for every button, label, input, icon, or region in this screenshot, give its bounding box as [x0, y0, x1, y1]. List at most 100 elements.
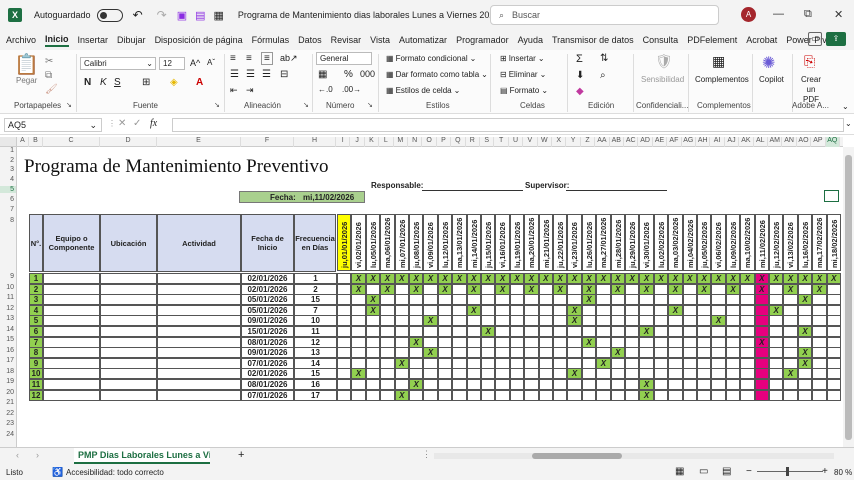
column-header[interactable]: AF: [667, 137, 682, 147]
menu-item-revisar[interactable]: Revisar: [331, 35, 362, 45]
schedule-cell[interactable]: [423, 357, 438, 369]
schedule-cell[interactable]: [797, 379, 813, 390]
schedule-cell[interactable]: [437, 326, 453, 337]
schedule-cell[interactable]: [725, 304, 741, 316]
schedule-cell[interactable]: [394, 368, 409, 380]
schedule-cell[interactable]: [725, 389, 741, 401]
column-header[interactable]: AK: [739, 137, 754, 147]
schedule-cell[interactable]: [466, 379, 481, 390]
schedule-mark[interactable]: X: [437, 283, 453, 295]
search-input[interactable]: ⌕ Buscar: [490, 5, 719, 25]
schedule-cell[interactable]: [409, 315, 424, 327]
column-header[interactable]: B: [29, 137, 43, 147]
cell-empty[interactable]: [43, 273, 100, 284]
schedule-cell[interactable]: [625, 389, 640, 401]
cell-empty[interactable]: [43, 283, 100, 295]
schedule-mark[interactable]: X: [509, 273, 525, 284]
schedule-cell[interactable]: [553, 315, 568, 327]
schedule-cell[interactable]: [524, 357, 539, 369]
schedule-cell[interactable]: [524, 315, 539, 327]
schedule-cell[interactable]: [538, 304, 553, 316]
row-header[interactable]: 9: [0, 273, 16, 280]
align-middle-icon[interactable]: ≡: [246, 53, 252, 64]
schedule-cell[interactable]: [682, 357, 697, 369]
format-painter-icon[interactable]: 🖌: [45, 84, 58, 95]
schedule-cell[interactable]: [553, 357, 568, 369]
schedule-cell[interactable]: [596, 283, 611, 295]
schedule-cell[interactable]: [380, 368, 395, 380]
schedule-mark[interactable]: X: [351, 283, 366, 295]
schedule-cell[interactable]: [423, 283, 438, 295]
schedule-cell[interactable]: [653, 368, 669, 380]
menu-item-dibujar[interactable]: Dibujar: [117, 35, 146, 45]
schedule-cell[interactable]: [769, 379, 784, 390]
row-header[interactable]: 10: [0, 284, 16, 291]
schedule-cell[interactable]: [481, 336, 496, 348]
delete-cells-button[interactable]: ⊟ Eliminar ⌄: [500, 70, 546, 79]
schedule-cell[interactable]: [538, 368, 553, 380]
zoom-level[interactable]: 80 %: [834, 468, 852, 477]
cell-n[interactable]: 6: [29, 326, 43, 337]
schedule-mark[interactable]: X: [409, 283, 424, 295]
schedule-cell[interactable]: [682, 336, 697, 348]
menu-item-programador[interactable]: Programador: [456, 35, 509, 45]
row-header[interactable]: 1: [0, 147, 16, 154]
schedule-cell[interactable]: [610, 379, 625, 390]
schedule-cell[interactable]: [826, 368, 841, 380]
schedule-mark[interactable]: X: [553, 283, 568, 295]
cell-inicio[interactable]: 02/01/2026: [241, 283, 294, 295]
schedule-cell[interactable]: [452, 379, 467, 390]
schedule-cell[interactable]: [740, 347, 755, 359]
schedule-mark[interactable]: X: [711, 315, 726, 327]
schedule-cell[interactable]: [495, 389, 510, 401]
schedule-cell[interactable]: [337, 357, 352, 369]
row-header[interactable]: 5: [0, 186, 16, 193]
schedule-mark[interactable]: X: [596, 357, 611, 369]
menu-item-ayuda[interactable]: Ayuda: [518, 35, 543, 45]
schedule-mark[interactable]: X: [639, 273, 654, 284]
column-header[interactable]: AB: [610, 137, 624, 147]
currency-icon[interactable]: ▦: [318, 69, 327, 80]
column-header[interactable]: AE: [653, 137, 668, 147]
schedule-mark[interactable]: X: [639, 379, 654, 390]
schedule-mark[interactable]: X: [394, 273, 409, 284]
number-format-select[interactable]: General: [316, 52, 372, 65]
schedule-mark[interactable]: X: [365, 273, 381, 284]
schedule-cell[interactable]: [754, 379, 769, 390]
row-header[interactable]: 4: [0, 176, 16, 183]
schedule-cell[interactable]: [423, 304, 438, 316]
cell-freq[interactable]: 2: [294, 283, 337, 295]
column-header[interactable]: AM: [768, 137, 783, 147]
schedule-cell[interactable]: [351, 379, 366, 390]
schedule-cell[interactable]: [740, 336, 755, 348]
schedule-cell[interactable]: [668, 357, 683, 369]
zoom-out-icon[interactable]: −: [746, 466, 752, 477]
schedule-cell[interactable]: [682, 304, 697, 316]
schedule-cell[interactable]: [524, 347, 539, 359]
cell-empty[interactable]: [100, 294, 157, 306]
cell-empty[interactable]: [157, 357, 241, 369]
schedule-cell[interactable]: [668, 389, 683, 401]
schedule-cell[interactable]: [351, 326, 366, 337]
minimize-icon[interactable]: —: [773, 8, 784, 20]
schedule-cell[interactable]: [740, 357, 755, 369]
schedule-cell[interactable]: [538, 347, 553, 359]
menu-item-automatizar[interactable]: Automatizar: [399, 35, 447, 45]
schedule-cell[interactable]: [380, 315, 395, 327]
schedule-cell[interactable]: [610, 368, 625, 380]
schedule-cell[interactable]: [394, 283, 409, 295]
schedule-cell[interactable]: [337, 304, 352, 316]
schedule-mark[interactable]: X: [639, 326, 654, 337]
schedule-cell[interactable]: [553, 336, 568, 348]
cell-empty[interactable]: [157, 326, 241, 337]
schedule-mark[interactable]: X: [610, 347, 625, 359]
row-header[interactable]: 17: [0, 357, 16, 364]
schedule-cell[interactable]: [596, 294, 611, 306]
column-header[interactable]: W: [538, 137, 552, 147]
schedule-cell[interactable]: [452, 357, 467, 369]
schedule-cell[interactable]: [495, 357, 510, 369]
schedule-cell[interactable]: [437, 389, 453, 401]
schedule-cell[interactable]: [553, 326, 568, 337]
schedule-cell[interactable]: [754, 326, 769, 337]
schedule-cell[interactable]: [337, 347, 352, 359]
